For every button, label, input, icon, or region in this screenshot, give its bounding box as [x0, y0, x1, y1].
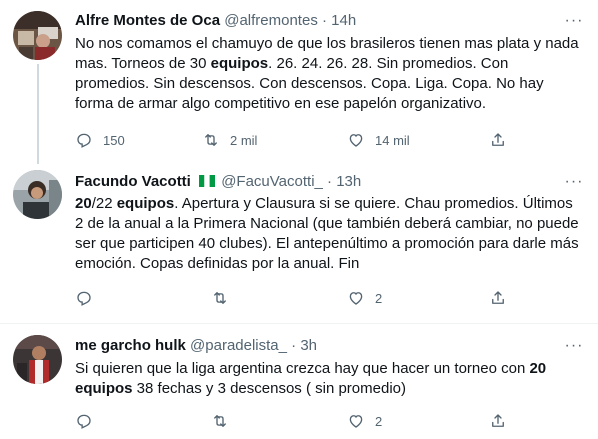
like-count: 2	[375, 290, 383, 306]
tweet-text: Si quieren que la liga argentina crezca …	[75, 359, 585, 399]
reply-icon	[77, 291, 91, 306]
bold-text-segment: equipos	[116, 195, 175, 212]
bold-text-segment: 20	[75, 195, 92, 212]
retweet-icon	[214, 292, 226, 304]
separator: ·	[322, 12, 327, 29]
reply-icon	[77, 133, 91, 148]
separator: ·	[327, 173, 333, 190]
user-handle[interactable]: @alfremontes	[224, 12, 318, 29]
share-button[interactable]	[489, 130, 507, 150]
reply-count: 150	[103, 132, 125, 148]
tweet-3[interactable]: me garcho hulk @paradelista_ · 3h ··· Si…	[0, 324, 598, 439]
retweet-button[interactable]: 2 mil	[202, 130, 257, 150]
share-icon	[492, 414, 504, 427]
like-icon	[349, 415, 363, 428]
tweet-header: Alfre Montes de Oca @alfremontes · 14h	[75, 11, 356, 31]
share-button[interactable]	[489, 288, 507, 308]
like-icon	[349, 292, 363, 305]
user-handle[interactable]: @FacuVacotti_	[221, 173, 323, 190]
like-count: 14 mil	[375, 132, 410, 148]
avatar-tweet-3[interactable]	[13, 335, 62, 384]
user-name[interactable]: Facundo Vacotti	[75, 173, 191, 190]
more-icon[interactable]: ···	[564, 172, 584, 192]
retweet-icon	[214, 415, 226, 427]
retweet-icon	[205, 134, 217, 146]
avatar-image	[13, 335, 62, 384]
like-button[interactable]: 14 mil	[347, 130, 410, 150]
like-button[interactable]: 2	[347, 288, 382, 308]
thread-line	[37, 64, 39, 164]
avatar-tweet-2[interactable]	[13, 170, 62, 219]
tweet-1[interactable]: Alfre Montes de Oca @alfremontes · 14h ·…	[0, 0, 598, 164]
avatar-image	[13, 11, 62, 60]
timestamp[interactable]: 3h	[300, 337, 317, 354]
tweet-header: Facundo Vacotti @FacuVacotti_ · 13h	[75, 172, 361, 192]
reply-button[interactable]	[75, 288, 103, 308]
tweet-2[interactable]: Facundo Vacotti @FacuVacotti_ · 13h ··· …	[0, 160, 598, 323]
avatar-tweet-1[interactable]	[13, 11, 62, 60]
share-icon	[492, 133, 504, 146]
reply-icon	[77, 414, 91, 429]
retweet-button[interactable]	[211, 411, 239, 431]
user-handle[interactable]: @paradelista_	[190, 337, 287, 354]
text-segment: /22	[91, 195, 117, 212]
text-segment: 38 fechas y 3 descensos ( sin promedio)	[132, 380, 406, 397]
share-icon	[492, 291, 504, 304]
separator: ·	[291, 337, 297, 354]
more-icon[interactable]: ···	[564, 11, 584, 31]
share-button[interactable]	[489, 411, 507, 431]
reply-button[interactable]	[75, 411, 103, 431]
tweet-actions: 150 2 mil 14 mil	[75, 130, 515, 150]
retweet-count: 2 mil	[230, 132, 258, 148]
tweet-actions: 2	[75, 288, 515, 308]
like-icon	[349, 134, 363, 147]
user-name[interactable]: me garcho hulk	[75, 337, 186, 354]
reply-button[interactable]: 150	[75, 130, 125, 150]
avatar-image	[13, 170, 62, 219]
tweet-actions: 2	[75, 411, 515, 431]
tweet-header: me garcho hulk @paradelista_ · 3h	[75, 336, 317, 356]
tweet-text: 20/22 equipos. Apertura y Clausura si se…	[75, 194, 585, 274]
timestamp[interactable]: 14h	[331, 12, 356, 29]
more-icon[interactable]: ···	[564, 336, 584, 356]
retweet-button[interactable]	[211, 288, 239, 308]
timestamp[interactable]: 13h	[336, 173, 361, 190]
user-name[interactable]: Alfre Montes de Oca	[75, 12, 220, 29]
like-count: 2	[375, 413, 383, 429]
text-segment: Si quieren que la liga argentina crezca …	[75, 360, 530, 377]
tweet-text: No nos comamos el chamuyo de que los bra…	[75, 34, 585, 114]
bold-text-segment: equipos	[210, 55, 269, 72]
nigeria-flag-icon	[199, 175, 216, 187]
like-button[interactable]: 2	[347, 411, 382, 431]
